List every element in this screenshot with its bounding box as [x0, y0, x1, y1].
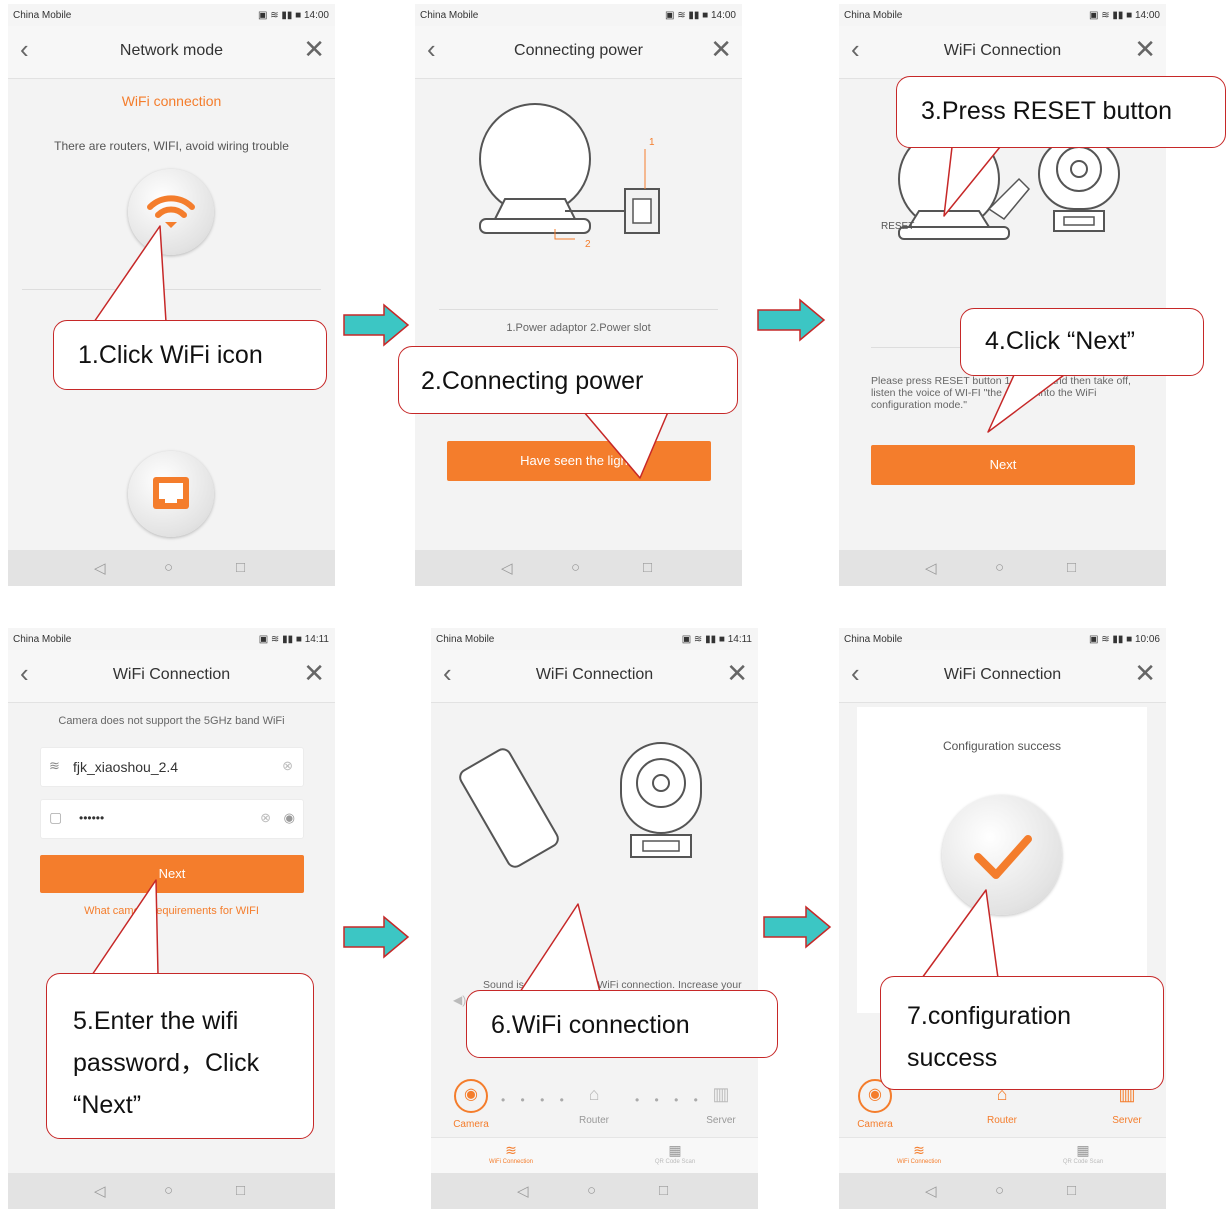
callout-text: 7.configuration success	[907, 1002, 1072, 1072]
callout-4-pointer	[987, 374, 1065, 433]
callout-5-pointer	[91, 879, 159, 976]
callout-4: 4.Click “Next”	[960, 308, 1204, 376]
callout-2: 2.Connecting power	[398, 346, 738, 414]
callout-text: 2.Connecting power	[421, 367, 644, 395]
callout-2-pointer	[583, 411, 669, 479]
callout-3: 3.Press RESET button	[896, 76, 1226, 148]
callout-text: 3.Press RESET button	[921, 97, 1173, 125]
callout-6: 6.WiFi connection	[466, 990, 778, 1058]
callout-text: 4.Click “Next”	[985, 327, 1136, 355]
callout-1-pointer	[93, 225, 167, 323]
callout-7-pointer	[921, 889, 999, 979]
callout-1: 1.Click WiFi icon	[53, 320, 327, 390]
callout-6-pointer	[519, 903, 601, 993]
callout-5: 5.Enter the wifi password，Click “Next”	[46, 973, 314, 1139]
callout-text: 1.Click WiFi icon	[78, 341, 263, 369]
callout-3-pointer	[943, 146, 1001, 217]
callout-text: 5.Enter the wifi password，Click “Next”	[73, 1007, 260, 1119]
callout-7: 7.configuration success	[880, 976, 1164, 1090]
callout-text: 6.WiFi connection	[491, 1011, 690, 1039]
